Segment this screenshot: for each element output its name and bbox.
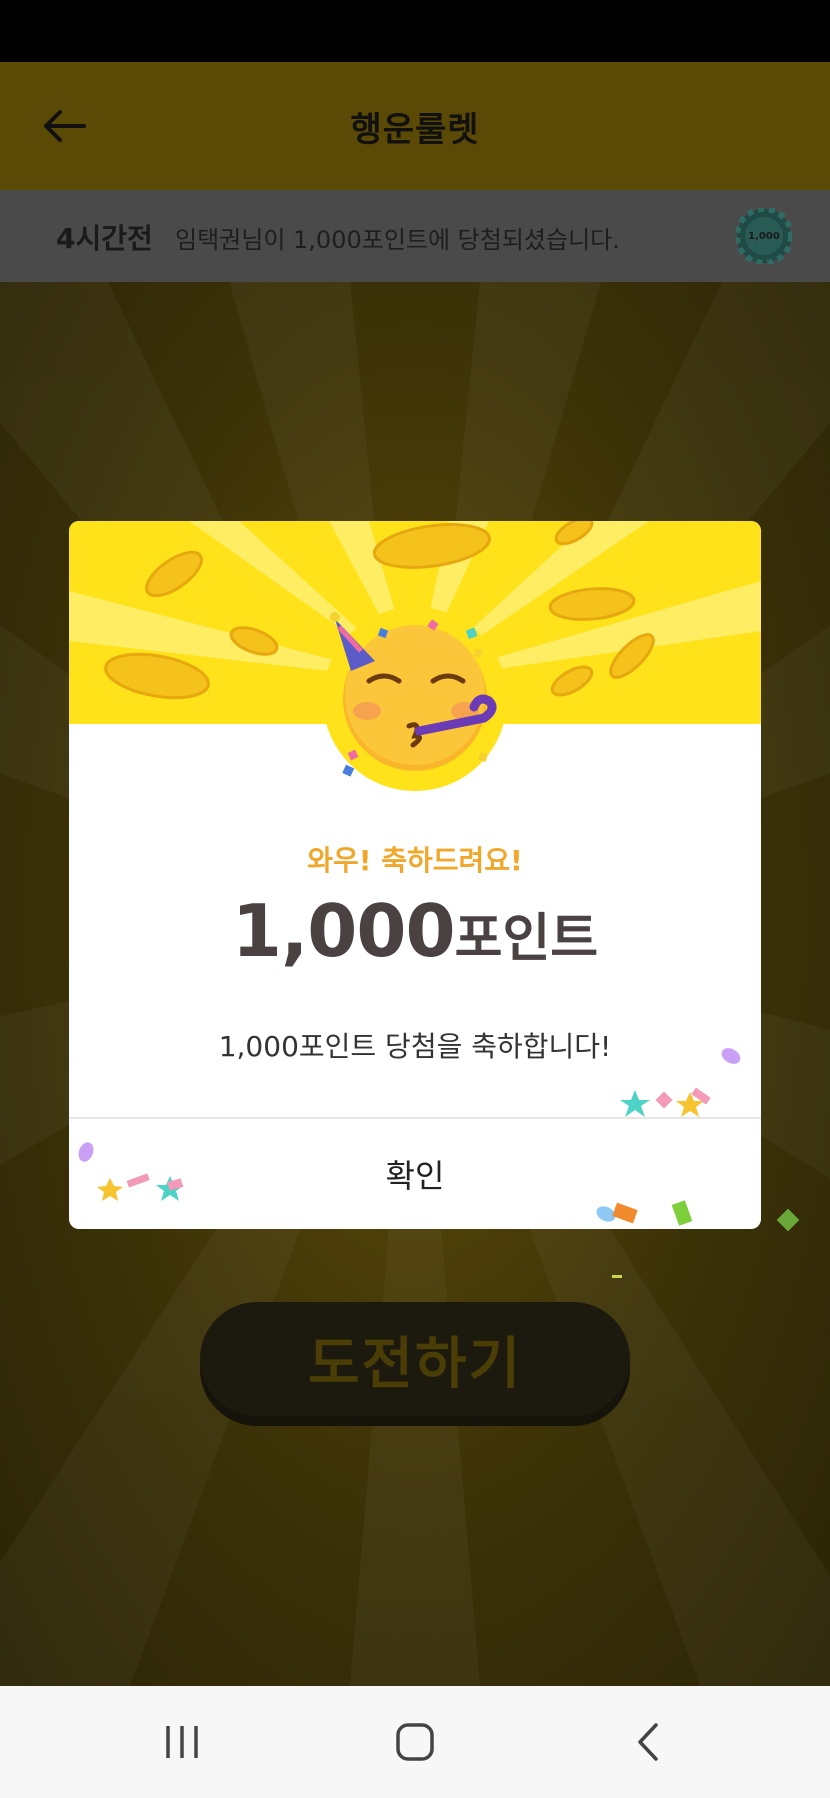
dialog-subtitle: 와우! 축하드려요! xyxy=(307,844,523,877)
congratulations-dialog: 와우! 축하드려요! 1,000포인트 1,000포인트 당첨을 축하합니다! … xyxy=(69,521,761,1229)
ticker-time: 4시간전 xyxy=(56,222,153,255)
nav-back-button[interactable] xyxy=(618,1714,678,1770)
chip-label: 1,000 xyxy=(748,231,780,242)
ticker-message: 임택권님이 1,000포인트에 당첨되셨습니다. xyxy=(175,226,620,254)
amount-unit: 포인트 xyxy=(454,909,599,969)
challenge-label: 도전하기 xyxy=(307,1331,523,1397)
recent-apps-icon xyxy=(166,1726,198,1758)
challenge-button[interactable]: 도전하기 xyxy=(200,1302,630,1416)
status-bar xyxy=(0,0,830,62)
point-chip-icon: 1,000 xyxy=(736,208,792,264)
confirm-button[interactable]: 확인 xyxy=(69,1119,761,1229)
nav-back-icon xyxy=(638,1723,658,1761)
party-face-icon xyxy=(323,607,507,791)
system-nav-bar xyxy=(0,1686,830,1798)
prize-amount: 1,000포인트 xyxy=(69,889,761,973)
amount-number: 1,000 xyxy=(231,889,456,973)
app-header: 행운룰렛 xyxy=(0,62,830,190)
home-button[interactable] xyxy=(385,1714,445,1770)
page-title: 행운룰렛 xyxy=(350,110,480,150)
winner-ticker: 4시간전 임택권님이 1,000포인트에 당첨되셨습니다. 1,000 xyxy=(0,190,830,282)
coins-illustration xyxy=(69,521,761,791)
home-icon xyxy=(396,1723,434,1761)
recent-apps-button[interactable] xyxy=(152,1714,212,1770)
dialog-message: 1,000포인트 당첨을 축하합니다! xyxy=(218,1030,612,1063)
